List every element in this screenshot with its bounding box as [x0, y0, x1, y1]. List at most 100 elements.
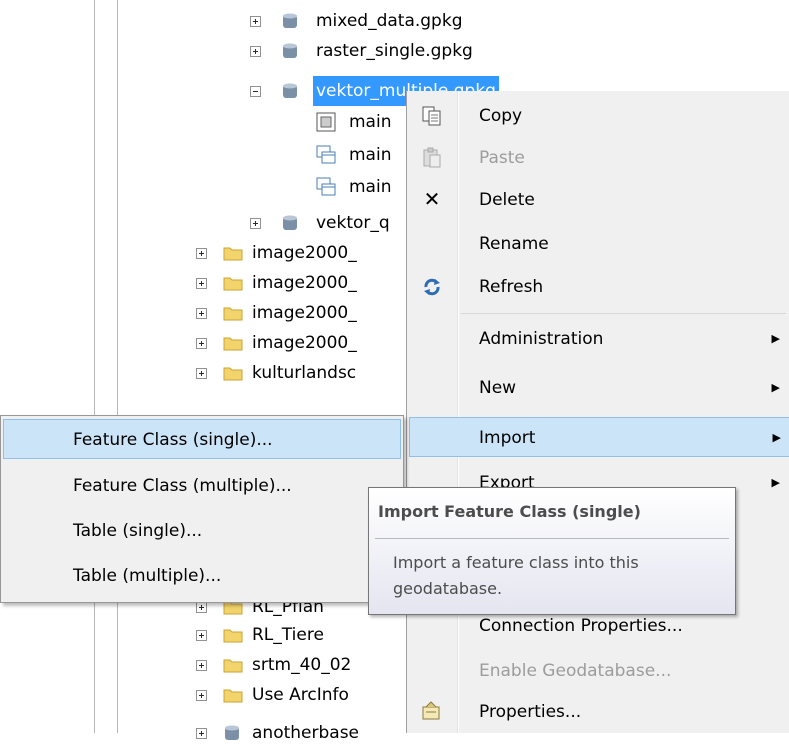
tree-item-label: image2000_ [252, 273, 357, 293]
geopackage-icon [283, 83, 297, 98]
tree-item-label: image2000_ [252, 333, 357, 353]
paste-icon [423, 147, 441, 168]
submenu-item-table-multiple[interactable]: Table (multiple)... [3, 556, 401, 596]
submenu-item-label: Feature Class (multiple)... [73, 476, 292, 496]
folder-icon [223, 367, 243, 381]
menu-item-label: Rename [479, 234, 549, 254]
expand-icon[interactable] [250, 218, 261, 229]
menu-item-label: Enable Geodatabase... [479, 661, 672, 681]
expand-icon[interactable] [196, 630, 207, 641]
tree-item-main-table-2[interactable]: main [0, 172, 406, 202]
expand-icon[interactable] [196, 248, 207, 259]
geopackage-icon [225, 725, 239, 740]
tree-item-mixed-data[interactable]: mixed_data.gpkg [0, 6, 789, 36]
raster-dataset-icon [316, 112, 336, 132]
submenu-arrow-icon: ▶ [771, 332, 780, 345]
expand-icon[interactable] [196, 602, 207, 613]
context-menu: Copy Paste ✕ Delete Rename Refresh Admin… [406, 91, 789, 733]
delete-icon: ✕ [423, 187, 441, 211]
table-icon [316, 145, 336, 164]
tree-item-folder-srtm[interactable]: srtm_40_02 [0, 650, 406, 680]
tree-item-label: mixed_data.gpkg [316, 11, 463, 31]
menu-item-label: Copy [479, 106, 523, 126]
geopackage-icon [283, 43, 297, 58]
tree-item-label: main [349, 145, 392, 165]
properties-icon [422, 701, 440, 720]
menu-item-copy[interactable]: Copy [407, 96, 789, 136]
tree-item-folder-image2000-4[interactable]: image2000_ [0, 328, 406, 358]
tooltip: Import Feature Class (single) Import a f… [368, 487, 736, 615]
menu-item-label: Properties... [479, 702, 582, 722]
submenu-item-label: Feature Class (single)... [73, 430, 273, 450]
tree-item-raster-single[interactable]: raster_single.gpkg [0, 36, 789, 66]
submenu-item-label: Table (single)... [73, 521, 203, 541]
folder-icon [223, 247, 243, 261]
menu-item-label: Delete [479, 190, 535, 210]
menu-item-enable-geodatabase[interactable]: Enable Geodatabase... [407, 651, 789, 691]
copy-icon [422, 106, 441, 126]
expand-icon[interactable] [196, 728, 207, 739]
expand-icon[interactable] [250, 16, 261, 27]
tree-item-label: RL_Tiere [252, 625, 324, 645]
submenu-item-feature-class-single[interactable]: Feature Class (single)... [3, 419, 401, 459]
expand-icon[interactable] [196, 690, 207, 701]
menu-item-properties[interactable]: Properties... [407, 692, 789, 732]
tree-item-label: srtm_40_02 [252, 655, 352, 675]
tree-item-anotherbase[interactable]: anotherbase [0, 718, 406, 748]
tree-item-folder-rl-tiere[interactable]: RL_Tiere [0, 620, 406, 650]
menu-item-import[interactable]: Import ▶ [409, 417, 789, 457]
menu-item-rename[interactable]: Rename [407, 224, 789, 264]
menu-item-paste[interactable]: Paste [407, 138, 789, 178]
tree-item-label: vektor_q [316, 213, 390, 233]
menu-item-label: Administration [479, 329, 604, 349]
menu-item-new[interactable]: New ▶ [407, 368, 789, 408]
menu-item-administration[interactable]: Administration ▶ [407, 319, 789, 359]
submenu-arrow-icon: ▶ [771, 476, 780, 489]
expand-icon[interactable] [196, 368, 207, 379]
tree-item-label: Use ArcInfo [252, 685, 349, 705]
tree-item-label: raster_single.gpkg [316, 41, 473, 61]
menu-item-label: Paste [479, 148, 525, 168]
folder-icon [223, 277, 243, 291]
submenu-arrow-icon: ▶ [772, 431, 781, 444]
tree-item-vektor-q[interactable]: vektor_q [0, 208, 406, 238]
tree-item-folder-use-arcinfo[interactable]: Use ArcInfo [0, 680, 406, 710]
submenu-item-table-single[interactable]: Table (single)... [3, 511, 401, 551]
expand-icon[interactable] [250, 46, 261, 57]
refresh-icon [424, 278, 440, 296]
tree-item-label: kulturlandsc [252, 363, 357, 383]
geopackage-icon [283, 215, 297, 230]
geopackage-icon [283, 13, 297, 28]
submenu-item-feature-class-multiple[interactable]: Feature Class (multiple)... [3, 466, 401, 506]
import-submenu: Feature Class (single)... Feature Class … [0, 415, 404, 603]
tree-item-folder-image2000-2[interactable]: image2000_ [0, 268, 406, 298]
expand-icon[interactable] [196, 660, 207, 671]
tree-item-folder-image2000-1[interactable]: image2000_ [0, 238, 406, 268]
tree-item-label: image2000_ [252, 303, 357, 323]
collapse-icon[interactable] [250, 86, 261, 97]
folder-icon [223, 337, 243, 351]
menu-item-refresh[interactable]: Refresh [407, 267, 789, 307]
menu-item-delete[interactable]: ✕ Delete [407, 180, 789, 220]
tooltip-divider [375, 538, 729, 539]
tree-item-main-raster[interactable]: main [0, 107, 406, 137]
tree-item-label: anotherbase [252, 723, 360, 743]
folder-icon [223, 629, 243, 643]
folder-icon [223, 307, 243, 321]
tree-item-folder-image2000-3[interactable]: image2000_ [0, 298, 406, 328]
expand-icon[interactable] [196, 308, 207, 319]
expand-icon[interactable] [196, 278, 207, 289]
menu-separator [461, 313, 786, 314]
tree-item-label: main [349, 177, 392, 197]
tooltip-body: Import a feature class into this geodata… [393, 553, 639, 598]
menu-item-label: New [479, 378, 517, 398]
menu-item-label: Import [479, 428, 536, 448]
tree-item-label: image2000_ [252, 243, 357, 263]
expand-icon[interactable] [196, 338, 207, 349]
tree-item-label: main [349, 112, 392, 132]
tree-item-folder-kulturlandsc[interactable]: kulturlandsc [0, 358, 406, 388]
folder-icon [223, 659, 243, 673]
menu-item-label: Refresh [479, 277, 544, 297]
submenu-item-label: Table (multiple)... [73, 566, 222, 586]
tree-item-main-table-1[interactable]: main [0, 140, 406, 170]
